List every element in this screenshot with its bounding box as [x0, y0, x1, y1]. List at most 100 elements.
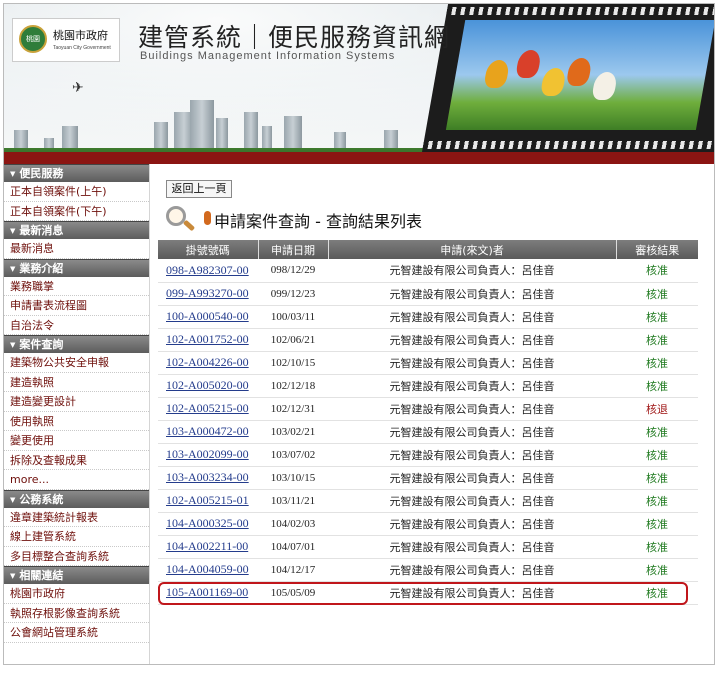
sidebar-section-header[interactable]: ▼ 業務介紹: [4, 258, 149, 277]
application-date-cell: 102/12/31: [258, 397, 328, 421]
review-result-cell: 核准: [616, 328, 698, 352]
column-header: 掛號號碼: [158, 240, 258, 259]
application-date-cell: 098/12/29: [258, 259, 328, 283]
review-result-cell: 核准: [616, 489, 698, 513]
case-number-link[interactable]: 104-A004059-00: [166, 562, 249, 576]
table-row: 102-A005215-01 103/11/21 元智建設有限公司負責人：呂佳音 核准: [158, 489, 698, 513]
sidebar-item[interactable]: 執照存根影像查詢系統: [4, 604, 149, 623]
table-row: 104-A004059-00 104/12/17 元智建設有限公司負責人：呂佳音 核准: [158, 558, 698, 582]
application-date-cell: 103/02/21: [258, 420, 328, 444]
application-date-cell: 103/10/15: [258, 466, 328, 490]
sidebar-section-header[interactable]: ▼ 最新消息: [4, 221, 149, 239]
sidebar-item[interactable]: 正本自領案件(上午): [4, 182, 149, 202]
application-date-cell: 102/06/21: [258, 328, 328, 352]
review-result-cell: 核准: [616, 558, 698, 582]
case-number-cell: 102-A005215-00: [158, 397, 258, 421]
table-row: 105-A001169-00 105/05/09 元智建設有限公司負責人：呂佳音 核准: [158, 581, 698, 605]
table-row: 098-A982307-00 098/12/29 元智建設有限公司負責人：呂佳音 核准: [158, 259, 698, 283]
review-result-cell: 核准: [616, 443, 698, 467]
sidebar-section-header[interactable]: ▼ 案件查詢: [4, 335, 149, 353]
sidebar-item[interactable]: 多目標整合查詢系統: [4, 547, 149, 566]
sidebar-item[interactable]: 申請書表流程圖: [4, 296, 149, 316]
review-result-cell: 核准: [616, 282, 698, 306]
review-result-cell: 核准: [616, 581, 698, 605]
browser-frame: ✈ 桃園 桃園市政府 Taoyuan City Government 建管系統｜…: [3, 3, 715, 665]
case-number-cell: 102-A005020-00: [158, 374, 258, 398]
sidebar-item[interactable]: 正本自領案件(下午): [4, 202, 149, 221]
case-number-link[interactable]: 102-A005020-00: [166, 378, 249, 392]
case-number-cell: 104-A000325-00: [158, 512, 258, 536]
case-number-link[interactable]: 103-A000472-00: [166, 424, 249, 438]
column-header: 申請日期: [257, 240, 328, 259]
table-row: 102-A005020-00 102/12/18 元智建設有限公司負責人：呂佳音 核准: [158, 374, 698, 398]
review-result-cell: 核准: [616, 374, 698, 398]
title-marker-icon: [204, 211, 211, 225]
review-result-cell: 核准: [616, 466, 698, 490]
sidebar-item[interactable]: 變更使用: [4, 431, 149, 451]
case-number-cell: 103-A000472-00: [158, 420, 258, 444]
case-number-cell: 102-A004226-00: [158, 351, 258, 375]
sidebar-item[interactable]: 使用執照: [4, 412, 149, 431]
case-number-cell: 100-A000540-00: [158, 305, 258, 329]
applicant-cell: 元智建設有限公司負責人：呂佳音: [328, 489, 616, 513]
sidebar-item[interactable]: 建築物公共安全申報: [4, 353, 149, 373]
case-number-link[interactable]: 103-A002099-00: [166, 447, 249, 461]
sidebar-item[interactable]: 建造變更設計: [4, 392, 149, 412]
sidebar-item[interactable]: 拆除及查報成果: [4, 451, 149, 470]
column-header: 申請(來文)者: [327, 240, 616, 259]
triangle-down-icon: ▼: [10, 264, 16, 273]
back-button[interactable]: 返回上一頁: [166, 180, 232, 198]
site-banner: ✈ 桃園 桃園市政府 Taoyuan City Government 建管系統｜…: [4, 4, 714, 164]
case-number-link[interactable]: 104-A000325-00: [166, 516, 249, 530]
sidebar-item[interactable]: 自治法令: [4, 316, 149, 335]
sidebar-more-link[interactable]: more...: [4, 470, 149, 490]
sidebar-item[interactable]: 桃園市政府: [4, 584, 149, 604]
application-date-cell: 104/12/17: [258, 558, 328, 582]
applicant-cell: 元智建設有限公司負責人：呂佳音: [328, 535, 616, 559]
case-number-link[interactable]: 098-A982307-00: [166, 263, 249, 277]
review-result-cell: 核准: [616, 512, 698, 536]
sidebar-item[interactable]: 違章建築統計報表: [4, 508, 149, 527]
application-date-cell: 103/07/02: [258, 443, 328, 467]
applicant-cell: 元智建設有限公司負責人：呂佳音: [328, 374, 616, 398]
case-number-link[interactable]: 104-A002211-00: [166, 539, 248, 553]
sidebar-item[interactable]: 線上建管系統: [4, 527, 149, 547]
review-result-cell: 核准: [616, 535, 698, 559]
case-number-link[interactable]: 102-A004226-00: [166, 355, 249, 369]
case-number-link[interactable]: 103-A003234-00: [166, 470, 249, 484]
applicant-cell: 元智建設有限公司負責人：呂佳音: [328, 328, 616, 352]
case-number-link[interactable]: 099-A993270-00: [166, 286, 249, 300]
case-number-link[interactable]: 102-A005215-01: [166, 493, 249, 507]
applicant-cell: 元智建設有限公司負責人：呂佳音: [328, 443, 616, 467]
application-date-cell: 100/03/11: [258, 305, 328, 329]
table-row: 102-A005215-00 102/12/31 元智建設有限公司負責人：呂佳音 核退: [158, 397, 698, 421]
case-number-cell: 105-A001169-00: [158, 581, 258, 605]
triangle-down-icon: ▼: [10, 170, 16, 178]
sidebar-item[interactable]: 業務職掌: [4, 277, 149, 296]
case-number-cell: 102-A005215-01: [158, 489, 258, 513]
review-result-cell: 核准: [616, 420, 698, 444]
sidebar-section-header[interactable]: ▼ 相關連結: [4, 566, 149, 584]
table-row: 103-A002099-00 103/07/02 元智建設有限公司負責人：呂佳音 核准: [158, 443, 698, 467]
application-date-cell: 105/05/09: [258, 581, 328, 605]
sidebar-item[interactable]: 最新消息: [4, 239, 149, 259]
sidebar-section-header[interactable]: ▼ 便民服務: [4, 164, 149, 182]
case-number-link[interactable]: 105-A001169-00: [166, 585, 248, 599]
application-date-cell: 102/10/15: [258, 351, 328, 375]
sidebar-section-header[interactable]: ▼ 公務系統: [4, 489, 149, 508]
case-number-cell: 099-A993270-00: [158, 282, 258, 306]
page-title: 申請案件查詢 - 查詢結果列表: [214, 212, 422, 231]
application-date-cell: 102/12/18: [258, 374, 328, 398]
case-number-cell: 103-A002099-00: [158, 443, 258, 467]
table-row: 104-A002211-00 104/07/01 元智建設有限公司負責人：呂佳音 核准: [158, 535, 698, 559]
case-number-link[interactable]: 102-A001752-00: [166, 332, 249, 346]
applicant-cell: 元智建設有限公司負責人：呂佳音: [328, 420, 616, 444]
triangle-down-icon: ▼: [10, 572, 16, 580]
case-number-link[interactable]: 100-A000540-00: [166, 309, 249, 323]
city-logo[interactable]: 桃園 桃園市政府 Taoyuan City Government: [12, 18, 120, 62]
case-number-link[interactable]: 102-A005215-00: [166, 401, 249, 415]
applicant-cell: 元智建設有限公司負責人：呂佳音: [328, 558, 616, 582]
sidebar-item[interactable]: 公會網站管理系統: [4, 623, 149, 643]
application-date-cell: 099/12/23: [258, 282, 328, 306]
sidebar-item[interactable]: 建造執照: [4, 373, 149, 392]
